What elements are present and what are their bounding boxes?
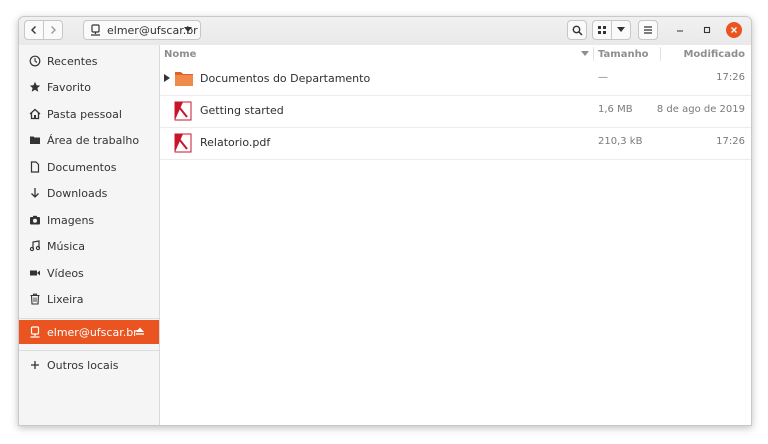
sidebar-item-label: Lixeira — [47, 292, 84, 306]
trash-icon — [29, 293, 41, 305]
sidebar-item-label: elmer@ufscar.br — [47, 325, 138, 339]
search-icon — [572, 25, 583, 36]
sidebar-item-label: Recentes — [47, 54, 98, 68]
sidebar-item-musica[interactable]: Música — [19, 234, 159, 258]
sidebar-item-label: Área de trabalho — [47, 133, 140, 147]
sort-caret-down-icon[interactable] — [581, 51, 589, 57]
sidebar-item-label: Downloads — [47, 186, 108, 200]
caret-down-icon — [617, 27, 625, 32]
pdf-file-icon — [174, 133, 192, 153]
sidebar-item-outros-locais[interactable]: Outros locais — [19, 353, 159, 377]
chevron-right-icon — [51, 26, 56, 34]
view-options-button[interactable] — [611, 20, 631, 40]
sidebar-item-label: Outros locais — [47, 358, 119, 372]
music-icon — [29, 240, 41, 252]
view-grid-button[interactable] — [592, 20, 612, 40]
close-button[interactable] — [726, 22, 742, 38]
folder-icon — [29, 134, 41, 146]
sidebar-item-area-de-trabalho[interactable]: Área de trabalho — [19, 128, 159, 152]
file-size: 1,6 MB — [598, 104, 633, 115]
back-button[interactable] — [24, 20, 44, 40]
file-name: Relatorio.pdf — [200, 136, 271, 149]
network-drive-icon — [91, 24, 100, 36]
sidebar-item-documentos[interactable]: Documentos — [19, 155, 159, 179]
sidebar-separator — [19, 318, 159, 319]
sidebar-item-label: Imagens — [47, 213, 95, 227]
eject-icon[interactable] — [135, 326, 145, 339]
star-icon — [29, 81, 41, 93]
file-manager-window: elmer@ufscar.br Recentes Favorito Pasta … — [18, 16, 752, 426]
minimize-icon — [677, 30, 683, 32]
file-list-view: Nome Tamanho Modificado Documentos do De… — [160, 45, 751, 425]
download-icon — [29, 187, 41, 199]
sidebar-item-label: Documentos — [47, 160, 117, 174]
file-modified: 17:26 — [716, 136, 745, 147]
folder-icon — [175, 72, 193, 86]
file-row[interactable]: Getting started 1,6 MB 8 de ago de 2019 — [160, 95, 751, 128]
sidebar-item-label: Música — [47, 239, 86, 253]
sidebar-item-favorito[interactable]: Favorito — [19, 75, 159, 99]
sidebar-item-lixeira[interactable]: Lixeira — [19, 287, 159, 311]
sidebar-separator — [19, 350, 159, 351]
pdf-file-icon — [174, 101, 192, 121]
sidebar-item-label: Favorito — [47, 80, 91, 94]
video-icon — [29, 267, 41, 279]
column-header-size[interactable]: Tamanho — [598, 45, 649, 63]
sidebar-item-videos[interactable]: Vídeos — [19, 261, 159, 285]
file-row[interactable]: Relatorio.pdf 210,3 kB 17:26 — [160, 127, 751, 160]
column-header-name[interactable]: Nome — [164, 45, 196, 63]
column-separator — [593, 47, 594, 61]
sidebar-item-label: Vídeos — [47, 266, 84, 280]
column-header-modified[interactable]: Modificado — [683, 45, 745, 63]
expander-arrow-icon[interactable] — [164, 74, 170, 82]
file-modified: 17:26 — [716, 72, 745, 83]
grid-icon — [598, 26, 606, 34]
file-size: — — [598, 72, 608, 83]
hamburger-menu-icon — [644, 26, 652, 34]
chevron-left-icon — [31, 26, 36, 34]
sidebar-item-pasta-pessoal[interactable]: Pasta pessoal — [19, 102, 159, 126]
home-icon — [29, 108, 41, 120]
menu-button[interactable] — [638, 20, 658, 40]
sidebar-item-network-mount[interactable]: elmer@ufscar.br — [19, 320, 159, 344]
maximize-icon — [703, 26, 711, 34]
column-separator — [660, 47, 661, 61]
file-modified: 8 de ago de 2019 — [656, 104, 745, 115]
sidebar: Recentes Favorito Pasta pessoal Área de … — [19, 45, 160, 425]
file-name: Documentos do Departamento — [200, 72, 371, 85]
headerbar: elmer@ufscar.br — [19, 17, 751, 46]
forward-button[interactable] — [43, 20, 63, 40]
maximize-button[interactable] — [699, 22, 715, 38]
document-icon — [29, 161, 41, 173]
camera-icon — [29, 214, 41, 226]
clock-icon — [29, 55, 41, 67]
minimize-button[interactable] — [672, 22, 688, 38]
network-drive-icon — [29, 326, 41, 338]
plus-icon — [29, 359, 41, 371]
search-button[interactable] — [567, 20, 587, 40]
caret-down-icon — [184, 27, 192, 32]
sidebar-item-imagens[interactable]: Imagens — [19, 208, 159, 232]
file-name: Getting started — [200, 104, 284, 117]
location-path-button[interactable]: elmer@ufscar.br — [83, 20, 201, 40]
sidebar-item-recentes[interactable]: Recentes — [19, 49, 159, 73]
file-row[interactable]: Documentos do Departamento — 17:26 — [160, 63, 751, 96]
sidebar-item-label: Pasta pessoal — [47, 107, 122, 121]
file-size: 210,3 kB — [598, 136, 643, 147]
close-icon — [731, 27, 737, 33]
sidebar-item-downloads[interactable]: Downloads — [19, 181, 159, 205]
